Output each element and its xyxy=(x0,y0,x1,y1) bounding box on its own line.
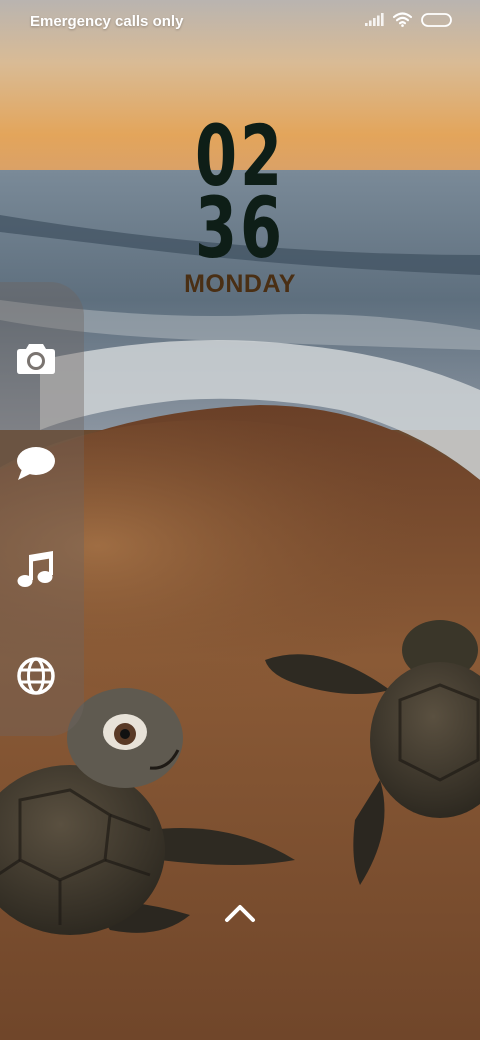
shortcut-panel xyxy=(0,282,84,736)
music-icon xyxy=(17,550,55,594)
signal-icon xyxy=(365,13,384,31)
music-shortcut[interactable] xyxy=(12,548,60,596)
message-icon xyxy=(16,446,56,487)
status-icons xyxy=(365,12,452,32)
clock-minutes: 36 xyxy=(195,179,285,277)
lockscreen-clock: 02 36 MONDAY xyxy=(0,114,480,299)
wifi-icon xyxy=(392,12,413,32)
chevron-up-icon xyxy=(224,903,256,928)
status-bar: Emergency calls only xyxy=(0,0,480,44)
camera-shortcut[interactable] xyxy=(12,336,60,384)
swipe-up-unlock[interactable] xyxy=(218,896,262,934)
browser-shortcut[interactable] xyxy=(12,654,60,702)
message-shortcut[interactable] xyxy=(12,442,60,490)
camera-icon xyxy=(16,341,56,380)
globe-icon xyxy=(16,656,56,701)
carrier-status-text: Emergency calls only xyxy=(30,13,184,30)
battery-icon xyxy=(421,12,452,32)
